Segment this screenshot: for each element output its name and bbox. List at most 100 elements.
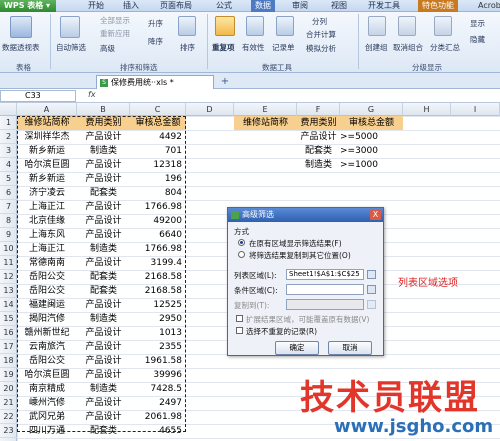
- wps-app-button[interactable]: WPS 表格 ▾: [0, 0, 56, 12]
- unique-records-label[interactable]: 选择不重复的记录(R): [246, 326, 317, 337]
- table-cell[interactable]: 制造类: [77, 242, 130, 256]
- row-header[interactable]: 4: [0, 158, 17, 172]
- table-cell[interactable]: 4655: [130, 424, 186, 438]
- name-box[interactable]: C33: [0, 90, 76, 102]
- table-cell[interactable]: 12318: [130, 158, 186, 172]
- new-tab-button[interactable]: +: [218, 76, 232, 88]
- fx-icon[interactable]: fx: [88, 90, 96, 99]
- table-cell[interactable]: 云南旅汽: [17, 340, 77, 354]
- radio-in-place-label[interactable]: 在原有区域显示筛选结果(F): [249, 238, 342, 249]
- criteria-cell[interactable]: >=1000: [340, 158, 403, 172]
- create-group-button[interactable]: 创建组: [365, 42, 388, 53]
- radio-copy-to-label[interactable]: 将筛选结果复制到其它位置(O): [249, 250, 351, 261]
- autofilter-button[interactable]: 自动筛选: [56, 42, 86, 53]
- list-range-input[interactable]: Sheet1!$A$1:$C$25: [286, 269, 364, 280]
- table-cell[interactable]: 2950: [130, 312, 186, 326]
- table-cell[interactable]: 产品设计: [77, 340, 130, 354]
- column-header[interactable]: G: [340, 103, 403, 116]
- table-cell[interactable]: 804: [130, 186, 186, 200]
- table-cell[interactable]: 2355: [130, 340, 186, 354]
- unique-records-checkbox[interactable]: [236, 327, 243, 334]
- split-button[interactable]: 分列: [312, 16, 327, 27]
- sort-icon[interactable]: [178, 16, 196, 36]
- criteria-header-cell[interactable]: 维修站简称: [234, 116, 297, 130]
- row-header[interactable]: 10: [0, 242, 17, 256]
- criteria-cell[interactable]: >=5000: [340, 130, 403, 144]
- table-cell[interactable]: 北京佳缘: [17, 214, 77, 228]
- table-cell[interactable]: 3199.4: [130, 256, 186, 270]
- range-picker-icon[interactable]: [367, 285, 376, 294]
- table-cell[interactable]: 2168.58: [130, 284, 186, 298]
- table-cell[interactable]: 常德南南: [17, 256, 77, 270]
- document-tab[interactable]: S 保修费用统··xls *: [96, 75, 214, 89]
- column-header[interactable]: B: [77, 103, 130, 116]
- pivot-table-button[interactable]: 数据透视表: [2, 42, 40, 53]
- row-header[interactable]: 18: [0, 354, 17, 368]
- table-cell[interactable]: 配套类: [77, 284, 130, 298]
- table-cell[interactable]: 制造类: [77, 312, 130, 326]
- table-cell[interactable]: 1961.58: [130, 354, 186, 368]
- table-cell[interactable]: 制造类: [77, 382, 130, 396]
- table-cell[interactable]: 产品设计: [77, 228, 130, 242]
- table-cell[interactable]: 196: [130, 172, 186, 186]
- row-header[interactable]: 21: [0, 396, 17, 410]
- ungroup-button[interactable]: 取消组合: [393, 42, 423, 53]
- show-detail-button[interactable]: 显示: [470, 18, 485, 29]
- range-picker-icon[interactable]: [367, 270, 376, 279]
- radio-in-place[interactable]: [238, 239, 245, 246]
- pivot-table-icon[interactable]: [10, 16, 32, 38]
- column-header[interactable]: E: [234, 103, 297, 116]
- table-cell[interactable]: 7428.5: [130, 382, 186, 396]
- table-cell[interactable]: 岳阳公交: [17, 284, 77, 298]
- criteria-cell[interactable]: 产品设计: [297, 130, 340, 144]
- tab-page-layout[interactable]: 页面布局: [160, 0, 192, 12]
- table-cell[interactable]: 产品设计: [77, 326, 130, 340]
- row-header[interactable]: 20: [0, 382, 17, 396]
- column-header[interactable]: D: [186, 103, 234, 116]
- tab-review[interactable]: 审阅: [292, 0, 308, 12]
- create-group-icon[interactable]: [368, 16, 386, 36]
- row-header[interactable]: 8: [0, 214, 17, 228]
- table-cell[interactable]: 701: [130, 144, 186, 158]
- row-header[interactable]: 19: [0, 368, 17, 382]
- row-header[interactable]: 7: [0, 200, 17, 214]
- select-all-corner[interactable]: [0, 103, 17, 116]
- column-header[interactable]: I: [451, 103, 500, 116]
- row-header[interactable]: 17: [0, 340, 17, 354]
- subtotal-icon[interactable]: [434, 16, 452, 36]
- table-cell[interactable]: 上海正江: [17, 200, 77, 214]
- criteria-header-cell[interactable]: 费用类别: [297, 116, 340, 130]
- sort-descending-button[interactable]: 降序: [148, 36, 163, 47]
- table-cell[interactable]: 赣州新世纪: [17, 326, 77, 340]
- table-cell[interactable]: 新乡新运: [17, 172, 77, 186]
- row-header[interactable]: 2: [0, 130, 17, 144]
- table-cell[interactable]: 哈尔滨巨圆: [17, 158, 77, 172]
- records-icon[interactable]: [276, 16, 294, 36]
- table-cell[interactable]: 四川万通: [17, 424, 77, 438]
- row-header[interactable]: 14: [0, 298, 17, 312]
- row-header[interactable]: 13: [0, 284, 17, 298]
- table-header-cell[interactable]: 费用类别: [77, 116, 130, 130]
- table-cell[interactable]: 产品设计: [77, 158, 130, 172]
- criteria-header-cell[interactable]: 审核总金额: [340, 116, 403, 130]
- table-cell[interactable]: 1766.98: [130, 200, 186, 214]
- table-cell[interactable]: 产品设计: [77, 200, 130, 214]
- row-header[interactable]: 23: [0, 424, 17, 438]
- table-cell[interactable]: 上海东风: [17, 228, 77, 242]
- table-cell[interactable]: 上海正江: [17, 242, 77, 256]
- table-cell[interactable]: 产品设计: [77, 396, 130, 410]
- table-cell[interactable]: 2061.98: [130, 410, 186, 424]
- row-header[interactable]: 9: [0, 228, 17, 242]
- simulate-button[interactable]: 模拟分析: [306, 43, 336, 54]
- table-cell[interactable]: 产品设计: [77, 172, 130, 186]
- row-header[interactable]: 16: [0, 326, 17, 340]
- row-header[interactable]: 12: [0, 270, 17, 284]
- table-cell[interactable]: 产品设计: [77, 214, 130, 228]
- table-cell[interactable]: 南京精成: [17, 382, 77, 396]
- row-header[interactable]: 22: [0, 410, 17, 424]
- table-header-cell[interactable]: 维修站简称: [17, 116, 77, 130]
- row-header[interactable]: 5: [0, 172, 17, 186]
- table-cell[interactable]: 济宁凌云: [17, 186, 77, 200]
- table-cell[interactable]: 新乡新运: [17, 144, 77, 158]
- row-header[interactable]: 11: [0, 256, 17, 270]
